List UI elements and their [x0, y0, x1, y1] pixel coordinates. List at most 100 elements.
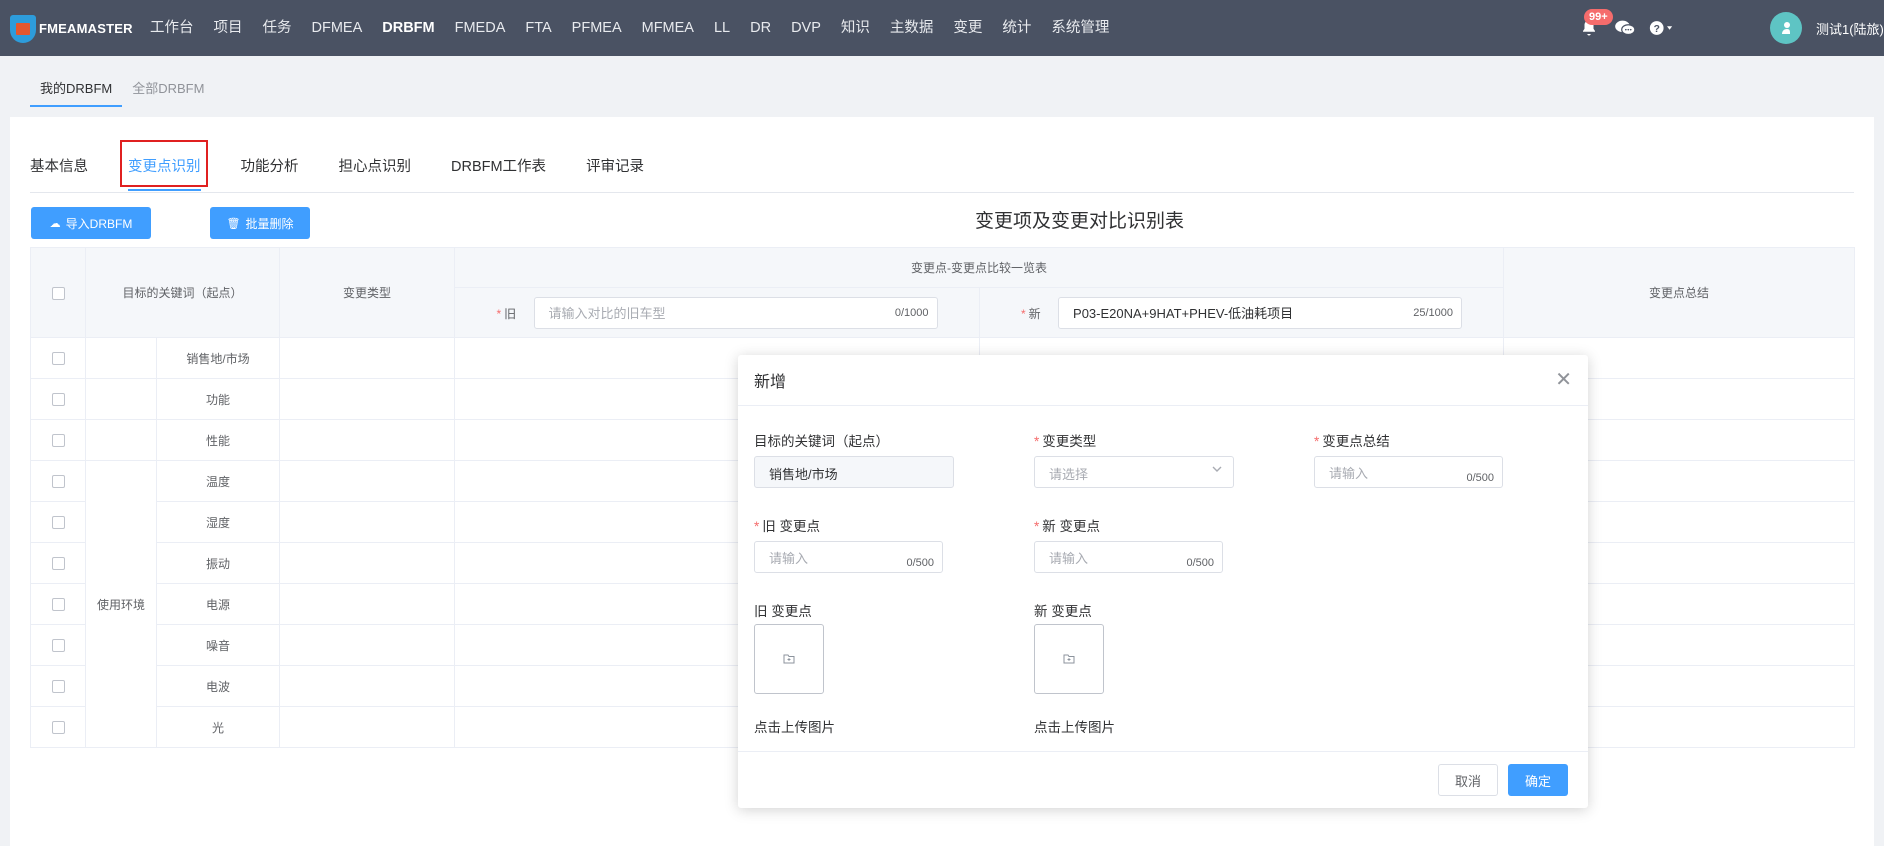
new-image-uploader[interactable] [1034, 624, 1104, 694]
dialog-header: 新增 ✕ [738, 355, 1588, 406]
change-type-placeholder: 请选择 [1049, 467, 1089, 482]
top-nav: FMEAMASTER 工作台 项目 任务 DFMEA DRBFM FMEDA F… [0, 0, 1884, 56]
annotation-highlight-box [120, 140, 208, 187]
menu-item-knowledge[interactable]: 知识 [831, 0, 880, 56]
tab-basic-info[interactable]: 基本信息 [30, 147, 88, 193]
import-drbfm-button[interactable]: ☁ 导入DRBFM [31, 207, 151, 239]
main-menu: 工作台 项目 任务 DFMEA DRBFM FMEDA FTA PFMEA MF… [140, 0, 1119, 56]
logo-text: FMEAMASTER [39, 20, 133, 36]
new-point-label: * 新 变更点 [1034, 519, 1101, 534]
menu-item-task[interactable]: 任务 [253, 0, 302, 56]
new-upload-hint: 点击上传图片 [1034, 720, 1115, 735]
menu-item-fta[interactable]: FTA [515, 0, 561, 56]
menu-item-master-data[interactable]: 主数据 [880, 0, 944, 56]
summary-count: 0/500 [1466, 472, 1494, 484]
close-icon[interactable]: ✕ [1555, 370, 1572, 390]
new-point-textarea[interactable]: 请输入 0/500 [1034, 541, 1223, 573]
old-model-label: 旧 [504, 307, 517, 321]
old-model-placeholder: 请输入对比的旧车型 [548, 306, 666, 321]
bell-icon[interactable]: 99+ [1574, 9, 1613, 43]
ok-button[interactable]: 确定 [1508, 764, 1568, 796]
row-keyword: 功能 [155, 378, 281, 420]
col-header-keyword: 目标的关键词（起点） [84, 247, 281, 338]
row-keyword: 电源 [155, 583, 281, 625]
import-drbfm-label: 导入DRBFM [65, 216, 133, 231]
col-header-summary: 变更点总结 [1503, 247, 1856, 338]
old-point-textarea[interactable]: 请输入 0/500 [754, 541, 943, 573]
subtab-my-drbfm[interactable]: 我的DRBFM [30, 70, 123, 107]
menu-item-ll[interactable]: LL [704, 0, 740, 56]
table-title: 变更项及变更对比识别表 [975, 211, 1185, 232]
nav-right: 99+ ? 测试1(陆旅) [1574, 0, 1884, 56]
avatar[interactable] [1770, 12, 1802, 44]
old-model-input[interactable]: 请输入对比的旧车型 0/1000 [533, 296, 938, 329]
keyword-value: 销售地/市场 [769, 467, 838, 482]
row-checkbox[interactable] [51, 680, 65, 694]
menu-item-dvp[interactable]: DVP [781, 0, 831, 56]
dialog-footer: 取消 确定 [738, 751, 1588, 808]
tab-concern-identify[interactable]: 担心点识别 [339, 147, 412, 193]
username[interactable]: 测试1(陆旅) [1816, 19, 1884, 38]
row-checkbox[interactable] [51, 557, 65, 571]
row-checkbox[interactable] [51, 475, 65, 489]
keyword-label: 目标的关键词（起点） [754, 434, 889, 449]
logo[interactable]: FMEAMASTER [10, 13, 140, 43]
col-header-type: 变更类型 [279, 247, 456, 338]
new-model-value: P03-E20NA+9HAT+PHEV-低油耗项目 [1073, 306, 1294, 321]
notification-badge: 99+ [1584, 9, 1613, 25]
cloud-upload-icon: ☁ [49, 217, 61, 230]
row-keyword: 噪音 [155, 624, 281, 666]
change-type-select[interactable]: 请选择 [1034, 456, 1234, 488]
select-all-cell [30, 247, 86, 338]
trash-icon: 🗑 [226, 217, 241, 230]
summary-textarea[interactable]: 请输入 0/500 [1314, 456, 1503, 488]
row-group-label: 使用环境 [85, 460, 157, 748]
change-type-label: * 变更类型 [1034, 434, 1097, 449]
menu-item-pfmea[interactable]: PFMEA [562, 0, 632, 56]
row-keyword: 销售地/市场 [155, 337, 281, 379]
help-icon[interactable]: ? [1646, 13, 1676, 43]
tab-review-record[interactable]: 评审记录 [586, 147, 644, 193]
new-model-label: 新 [1028, 307, 1041, 321]
row-checkbox[interactable] [51, 434, 65, 448]
new-point-count: 0/500 [1186, 557, 1214, 569]
folder-icon [1063, 651, 1075, 667]
cancel-button[interactable]: 取消 [1438, 764, 1498, 796]
folder-icon [783, 651, 795, 667]
old-point-placeholder: 请输入 [769, 551, 809, 566]
menu-item-fmeda[interactable]: FMEDA [445, 0, 516, 56]
menu-item-workbench[interactable]: 工作台 [140, 0, 204, 56]
new-model-input[interactable]: P03-E20NA+9HAT+PHEV-低油耗项目 25/1000 [1058, 296, 1463, 329]
tab-drbfm-worksheet[interactable]: DRBFM工作表 [451, 147, 546, 193]
add-dialog: 新增 ✕ 目标的关键词（起点） 销售地/市场 * 变更类型 请选择 * 变更点总结 … [738, 355, 1588, 808]
row-checkbox[interactable] [51, 639, 65, 653]
row-keyword: 湿度 [155, 501, 281, 543]
row-checkbox[interactable] [51, 598, 65, 612]
row-checkbox[interactable] [51, 352, 65, 366]
svg-text:?: ? [1654, 24, 1660, 35]
old-point-label: * 旧 变更点 [754, 519, 821, 534]
menu-item-change[interactable]: 变更 [943, 0, 992, 56]
summary-label: * 变更点总结 [1314, 434, 1390, 449]
row-checkbox[interactable] [51, 393, 65, 407]
menu-item-system[interactable]: 系统管理 [1041, 0, 1119, 56]
old-image-uploader[interactable] [754, 624, 824, 694]
subtab-all-drbfm[interactable]: 全部DRBFM [122, 70, 214, 107]
batch-delete-button[interactable]: 🗑 批量删除 [210, 207, 310, 239]
row-checkbox[interactable] [51, 516, 65, 530]
select-all-checkbox[interactable] [51, 286, 65, 300]
logo-icon [10, 13, 36, 43]
row-keyword: 电波 [155, 665, 281, 707]
row-checkbox[interactable] [51, 721, 65, 735]
menu-item-drbfm[interactable]: DRBFM [372, 0, 444, 56]
chat-icon[interactable] [1610, 13, 1640, 43]
menu-item-project[interactable]: 项目 [204, 0, 253, 56]
tab-function-analysis[interactable]: 功能分析 [241, 147, 299, 193]
menu-item-statistics[interactable]: 统计 [992, 0, 1041, 56]
menu-item-mfmea[interactable]: MFMEA [632, 0, 704, 56]
menu-item-dfmea[interactable]: DFMEA [302, 0, 373, 56]
row-keyword: 振动 [155, 542, 281, 584]
keyword-field: 销售地/市场 [754, 456, 954, 488]
menu-item-dr[interactable]: DR [740, 0, 781, 56]
old-model-count: 0/1000 [894, 306, 929, 319]
